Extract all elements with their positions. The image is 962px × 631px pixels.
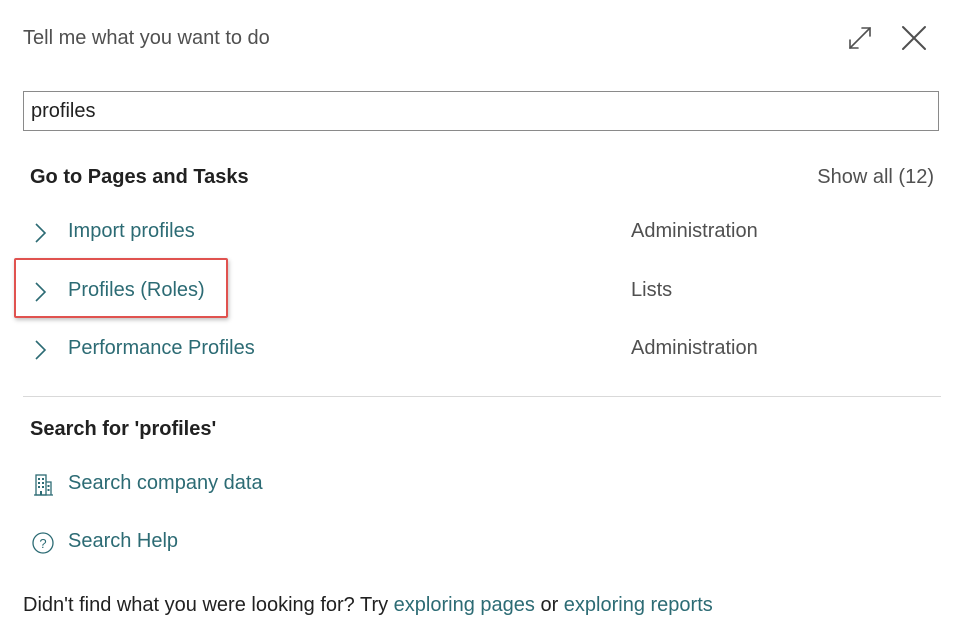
result-profiles-roles[interactable]: Profiles (Roles) Lists [23, 272, 941, 312]
dialog-title: Tell me what you want to do [23, 27, 270, 49]
close-button[interactable] [898, 22, 930, 54]
result-category: Administration [631, 220, 758, 242]
expand-button[interactable] [844, 22, 876, 54]
result-category: Administration [631, 337, 758, 359]
result-performance-profiles[interactable]: Performance Profiles Administration [23, 330, 941, 370]
pages-section-title: Go to Pages and Tasks [30, 166, 249, 188]
action-label: Search Help [68, 530, 179, 552]
building-icon [34, 474, 53, 496]
result-import-profiles[interactable]: Import profiles Administration [23, 213, 941, 253]
search-section-title: Search for 'profiles' [30, 418, 217, 440]
exploring-reports-link[interactable]: exploring reports [564, 594, 713, 616]
chevron-right-icon [35, 223, 47, 243]
close-icon [902, 26, 926, 50]
search-company-data-button[interactable]: Search company data [23, 465, 423, 505]
search-help-button[interactable]: ? Search Help [23, 523, 423, 563]
footer-prefix: Didn't find what you were looking for? T… [23, 594, 394, 616]
result-label: Profiles (Roles) [68, 279, 205, 301]
expand-icon [849, 27, 871, 49]
footer-middle: or [534, 594, 564, 616]
chevron-right-icon [35, 282, 47, 302]
action-label: Search company data [68, 472, 263, 494]
result-category: Lists [631, 279, 673, 301]
result-label: Performance Profiles [68, 337, 255, 359]
help-circle-icon: ? [32, 532, 54, 554]
show-all-link[interactable]: Show all (12) [817, 166, 934, 189]
search-input[interactable] [23, 91, 939, 131]
exploring-pages-link[interactable]: exploring pages [394, 594, 535, 616]
footer-text: Didn't find what you were looking for? T… [23, 594, 713, 617]
section-divider [23, 396, 941, 397]
result-label: Import profiles [68, 220, 195, 242]
svg-text:?: ? [39, 536, 46, 551]
chevron-right-icon [35, 340, 47, 360]
